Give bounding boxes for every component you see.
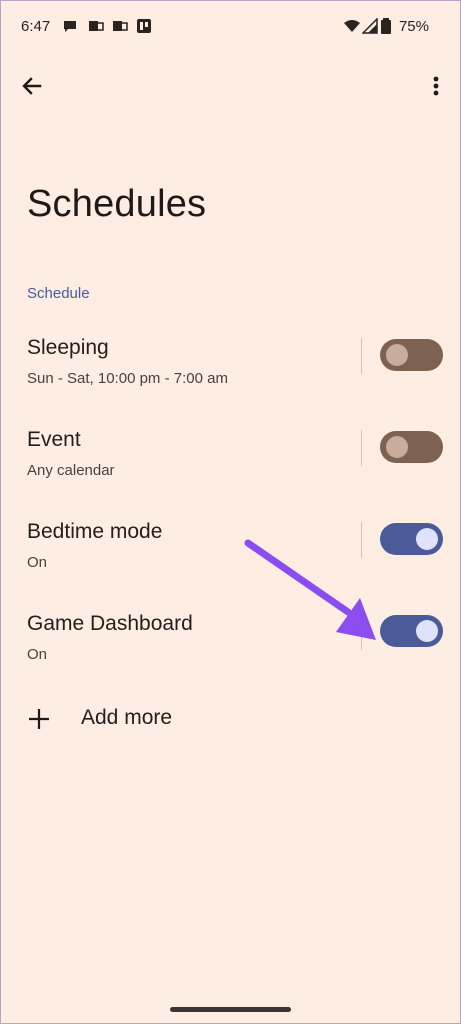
plus-icon (29, 709, 49, 729)
chat-bubble-icon (64, 21, 76, 32)
toggle-knob (386, 344, 408, 366)
row-subtitle: Any calendar (27, 462, 115, 479)
page-title: Schedules (27, 183, 207, 225)
row-divider (361, 522, 362, 558)
more-options-button[interactable] (426, 72, 446, 100)
sleeping-toggle[interactable] (380, 339, 443, 371)
row-divider (361, 430, 362, 466)
row-divider (361, 338, 362, 374)
row-subtitle: On (27, 646, 48, 663)
battery-percentage: 75% (398, 18, 429, 35)
add-more-label: Add more (81, 706, 173, 729)
game-dashboard-toggle[interactable] (380, 615, 443, 647)
row-title: Game Dashboard (27, 612, 193, 635)
status-bar: 6:47 75% (0, 0, 461, 56)
row-title: Bedtime mode (27, 520, 163, 543)
gesture-navigation-bar[interactable] (170, 1007, 291, 1012)
status-time: 6:47 (21, 18, 51, 35)
schedule-row-sleeping[interactable]: Sleeping Sun - Sat, 10:00 pm - 7:00 am (0, 336, 461, 428)
schedule-row-event[interactable]: Event Any calendar (0, 428, 461, 520)
row-title: Event (27, 428, 81, 451)
more-vert-icon (433, 76, 439, 96)
cell-signal-icon (362, 18, 378, 34)
wifi-icon (344, 20, 360, 32)
row-subtitle: Sun - Sat, 10:00 pm - 7:00 am (27, 370, 228, 387)
schedule-row-game-dashboard[interactable]: Game Dashboard On (0, 612, 461, 704)
toggle-knob (416, 528, 438, 550)
row-title: Sleeping (27, 336, 109, 359)
schedule-row-bedtime-mode[interactable]: Bedtime mode On (0, 520, 461, 612)
bedtime-mode-toggle[interactable] (380, 523, 443, 555)
outlook-icon (113, 21, 128, 31)
outlook-icon (89, 21, 104, 31)
trello-icon (137, 19, 151, 33)
row-subtitle: On (27, 554, 48, 571)
toggle-knob (386, 436, 408, 458)
event-toggle[interactable] (380, 431, 443, 463)
section-header: Schedule (27, 285, 90, 302)
arrow-back-icon (22, 77, 42, 95)
toggle-knob (416, 620, 438, 642)
battery-icon (381, 18, 391, 34)
back-button[interactable] (18, 72, 46, 100)
row-divider (361, 614, 362, 650)
add-more-button[interactable]: Add more (0, 700, 461, 740)
